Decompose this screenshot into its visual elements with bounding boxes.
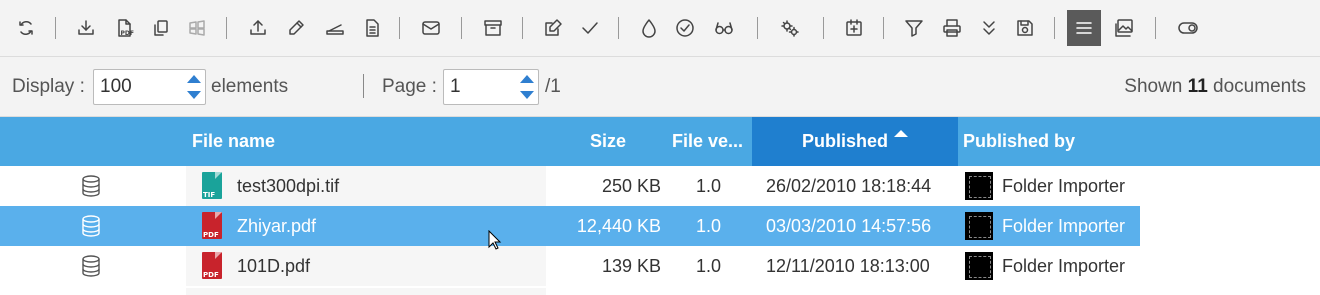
gallery-view-icon[interactable] xyxy=(1109,13,1139,43)
mouse-cursor-icon xyxy=(488,230,502,250)
document-count: Shown 11 documents xyxy=(1124,76,1306,97)
page-total: /1 xyxy=(545,76,561,97)
chevron-double-down-icon[interactable] xyxy=(974,13,1004,43)
column-header-file-name[interactable]: File name xyxy=(192,117,275,166)
drop-icon[interactable] xyxy=(634,13,664,43)
spinner-arrows-icon[interactable] xyxy=(520,75,534,99)
avatar xyxy=(965,212,993,240)
table-row[interactable]: PDF Zhiyar.pdf 12,440 KB 1.0 03/03/2010 … xyxy=(0,206,1140,246)
database-icon xyxy=(80,254,102,278)
archive-icon[interactable] xyxy=(478,13,508,43)
avatar xyxy=(965,252,993,280)
spinner-arrows-icon[interactable] xyxy=(187,75,201,99)
page-number-spinner[interactable] xyxy=(443,69,539,105)
elements-label: elements xyxy=(211,76,289,97)
download-icon[interactable] xyxy=(71,13,101,43)
column-header-published[interactable]: Published xyxy=(752,117,958,166)
database-icon xyxy=(80,174,102,198)
mail-icon[interactable] xyxy=(416,13,446,43)
pen-icon[interactable] xyxy=(281,13,311,43)
print-icon[interactable] xyxy=(937,13,967,43)
save-icon[interactable] xyxy=(1010,13,1040,43)
filter-icon[interactable] xyxy=(899,13,929,43)
file-name[interactable]: 101D.pdf xyxy=(237,246,310,286)
add-calendar-icon[interactable] xyxy=(839,13,869,43)
published-date: 03/03/2010 14:57:56 xyxy=(766,216,932,236)
pdf-file-icon: PDF xyxy=(200,252,224,281)
published-date: 26/02/2010 18:18:44 xyxy=(766,176,932,196)
gears-icon[interactable] xyxy=(775,13,805,43)
column-header-published-by[interactable]: Published by xyxy=(963,117,1075,166)
check-circle-icon[interactable] xyxy=(670,13,700,43)
toggle-icon[interactable] xyxy=(1173,13,1203,43)
check-icon[interactable] xyxy=(575,13,605,43)
table-row-partial xyxy=(0,288,1140,295)
display-label: Display : xyxy=(12,76,85,97)
file-size: 139 KB xyxy=(601,256,661,276)
column-header-file-version[interactable]: File ve... xyxy=(672,117,743,166)
file-version: 1.0 xyxy=(696,216,722,236)
list-view-icon[interactable] xyxy=(1067,10,1101,46)
file-name[interactable]: test300dpi.tif xyxy=(237,166,339,206)
avatar xyxy=(965,172,993,200)
copy-icon[interactable] xyxy=(146,13,176,43)
table-header: File name Size File ve... Published Publ… xyxy=(0,117,1320,166)
upload-icon[interactable] xyxy=(243,13,273,43)
pdf-file-icon: PDF xyxy=(200,212,224,241)
file-name[interactable]: Zhiyar.pdf xyxy=(237,206,316,246)
edit-icon[interactable] xyxy=(538,13,568,43)
display-count-input[interactable] xyxy=(94,70,183,104)
page-number-input[interactable] xyxy=(444,70,520,104)
file-version: 1.0 xyxy=(696,256,722,276)
table-row[interactable]: TIF test300dpi.tif 250 KB 1.0 26/02/2010… xyxy=(0,166,1140,206)
file-version: 1.0 xyxy=(696,176,722,196)
table-row[interactable]: PDF 101D.pdf 139 KB 1.0 12/11/2010 18:13… xyxy=(0,246,1140,286)
tif-file-icon: TIF xyxy=(200,172,224,201)
file-size: 250 KB xyxy=(601,176,661,196)
column-header-size[interactable]: Size xyxy=(590,117,626,166)
pdf-download-icon[interactable]: PDF xyxy=(109,13,139,43)
pagination-bar: Display : elements Page : /1 Shown 11 do… xyxy=(0,57,1320,117)
display-count-spinner[interactable] xyxy=(93,69,206,105)
page-label: Page : xyxy=(382,76,437,97)
refresh-icon[interactable] xyxy=(11,13,41,43)
toolbar: PDF xyxy=(0,0,1320,57)
glasses-icon[interactable] xyxy=(709,13,739,43)
document-icon[interactable] xyxy=(357,13,387,43)
scanner-icon[interactable] xyxy=(320,13,350,43)
sort-ascending-icon xyxy=(894,130,908,137)
published-by: Folder Importer xyxy=(1002,216,1126,236)
windows-icon[interactable] xyxy=(182,13,212,43)
published-date: 12/11/2010 18:13:00 xyxy=(766,256,930,276)
published-by: Folder Importer xyxy=(1002,256,1126,276)
published-by: Folder Importer xyxy=(1002,176,1126,196)
file-size: 12,440 KB xyxy=(576,216,661,236)
database-icon xyxy=(80,214,102,238)
